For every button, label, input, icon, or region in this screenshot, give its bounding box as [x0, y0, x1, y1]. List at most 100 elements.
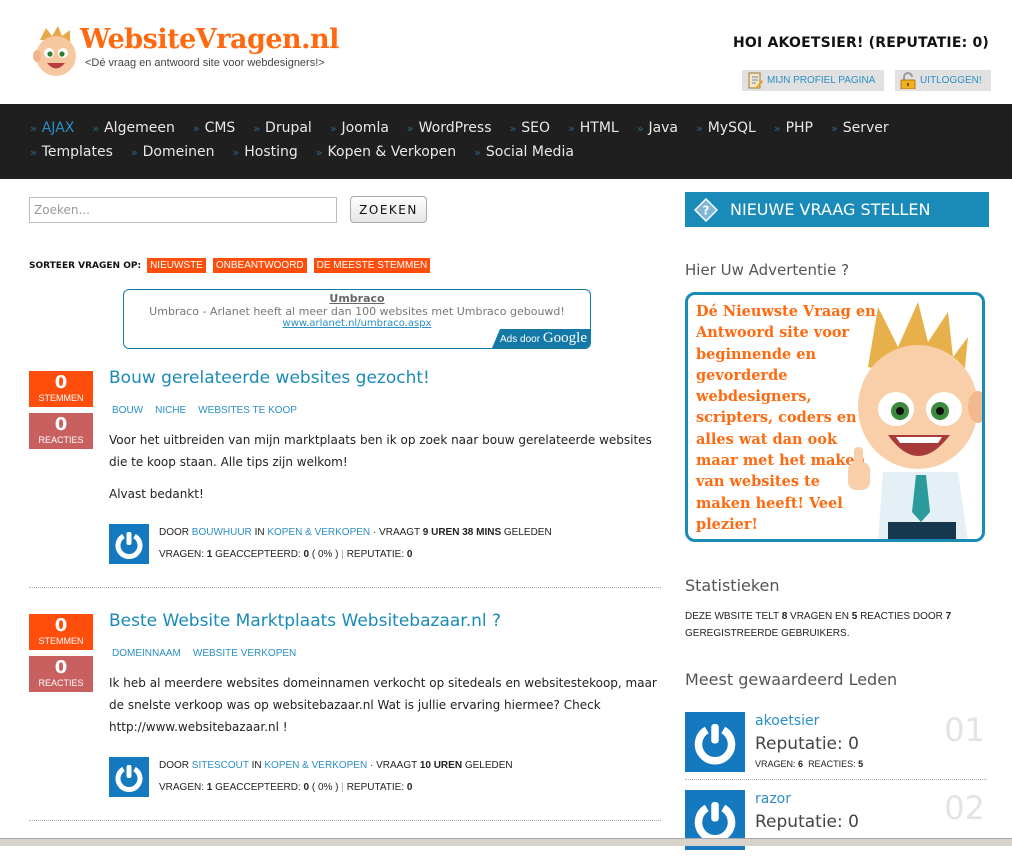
question-age: 9 UREN 38 MINS: [422, 527, 502, 538]
member-avatar[interactable]: [685, 712, 745, 772]
bullet-icon: »: [474, 145, 481, 159]
bullet-icon: »: [232, 145, 240, 159]
question-title-link[interactable]: Bouw gerelateerde websites gezocht!: [109, 368, 430, 388]
statistics-text: DEZE WBSITE TELT 8 VRAGEN EN 5 REACTIES …: [685, 611, 952, 639]
nav-item-ajax[interactable]: » AJAX: [30, 120, 74, 136]
nav-item-html[interactable]: » HTML: [568, 120, 619, 136]
browser-status-bar: [0, 838, 1012, 846]
member-reputation: Reputatie: 0: [755, 812, 859, 832]
reply-count: 5: [851, 611, 858, 622]
votes-counter: 0 STEMMEN: [29, 371, 93, 407]
bullet-icon: »: [636, 121, 644, 135]
search-button[interactable]: ZOEKEN: [350, 196, 427, 223]
nav-item-seo[interactable]: » SEO: [510, 120, 551, 136]
divider: [29, 820, 661, 821]
question-meta: DOOR BOUWHUUR IN KOPEN & VERKOPEN · VRAA…: [109, 524, 661, 564]
tag-link[interactable]: BOUW: [112, 405, 143, 416]
question-diamond-icon: ?: [694, 198, 718, 222]
ad-title-link[interactable]: Umbraco: [124, 292, 590, 305]
question-body: Ik heb al meerdere websites domeinnamen …: [109, 676, 657, 734]
nav-item-wordpress[interactable]: » WordPress: [407, 120, 492, 136]
tag-link[interactable]: WEBSITE VERKOPEN: [193, 648, 296, 659]
unlocked-padlock-icon: [900, 72, 916, 89]
nav-item-cms[interactable]: » CMS: [193, 120, 235, 136]
question-tags: BOUW NICHE WEBSITES TE KOOP: [112, 405, 309, 416]
author-avatar[interactable]: [109, 524, 149, 564]
member-name-link[interactable]: razor: [755, 791, 791, 807]
logo-title: WebsiteVragen.nl: [80, 24, 339, 55]
nav-item-java[interactable]: » Java: [637, 120, 678, 136]
bullet-icon: »: [696, 121, 703, 135]
member-rank: 01: [944, 711, 985, 749]
sort-unanswered-button[interactable]: ONBEANTWOORD: [212, 258, 307, 273]
nav-item-mysql[interactable]: » MySQL: [696, 120, 756, 136]
google-logo: Google: [542, 330, 587, 346]
divider: [29, 587, 661, 588]
ask-question-button[interactable]: ? NIEUWE VRAAG STELLEN: [685, 192, 989, 227]
nav-item-drupal[interactable]: » Drupal: [253, 120, 312, 136]
bullet-icon: »: [253, 121, 261, 135]
nav-item-hosting[interactable]: » Hosting: [233, 144, 298, 160]
mascot-thumbs-up-icon: [848, 302, 982, 539]
question-age: 10 UREN: [419, 760, 463, 771]
sort-label: SORTEER VRAGEN OP:: [29, 260, 142, 271]
divider: [685, 779, 987, 780]
author-link[interactable]: BOUWHUUR: [192, 527, 252, 538]
site-logo[interactable]: WebsiteVragen.nl <Dé vraag en antwoord s…: [30, 24, 340, 84]
member-reputation: Reputatie: 0: [755, 734, 859, 754]
ads-by-google-badge[interactable]: Ads door Google: [492, 329, 590, 348]
bullet-icon: »: [568, 121, 575, 135]
author-link[interactable]: SITESCOUT: [192, 760, 249, 771]
site-header: WebsiteVragen.nl <Dé vraag en antwoord s…: [0, 0, 1012, 104]
question-body: Voor het uitbreiden van mijn marktplaats…: [109, 433, 652, 501]
nav-item-kopen-verkopen[interactable]: » Kopen & Verkopen: [316, 144, 456, 160]
mascot-logo-icon: [33, 26, 76, 76]
author-avatar[interactable]: [109, 757, 149, 797]
nav-row-1: » AJAX » Algemeen » CMS » Drupal » Joomla » Wo…: [30, 116, 1012, 140]
member-item: razor Reputatie: 0 02: [685, 789, 989, 859]
tag-link[interactable]: DOMEINNAAM: [112, 648, 181, 659]
nav-item-php[interactable]: » PHP: [774, 120, 813, 136]
profile-page-button[interactable]: MIJN PROFIEL PAGINA: [742, 70, 885, 91]
nav-item-algemeen[interactable]: » Algemeen: [92, 120, 174, 136]
bullet-icon: »: [773, 121, 781, 135]
nav-item-joomla[interactable]: » Joomla: [330, 120, 389, 136]
bullet-icon: »: [92, 121, 100, 135]
tag-link[interactable]: WEBSITES TE KOOP: [198, 405, 297, 416]
bullet-icon: »: [329, 121, 337, 135]
meta-author-line: DOOR SITESCOUT IN KOPEN & VERKOPEN · VRA…: [159, 760, 513, 771]
bullet-icon: »: [192, 121, 200, 135]
sort-newest-button[interactable]: NIEUWSTE: [147, 258, 206, 273]
member-stats: VRAGEN: 6 REACTIES: 5: [755, 759, 864, 769]
member-name-link[interactable]: akoetsier: [755, 713, 819, 729]
profile-page-label: MIJN PROFIEL PAGINA: [767, 75, 876, 86]
notebook-icon: [748, 72, 763, 89]
nav-item-templates[interactable]: » Templates: [30, 144, 113, 160]
meta-stats-line: VRAGEN: 1 GEACCEPTEERD: 0 ( 0% ) | REPUT…: [159, 549, 413, 560]
bullet-icon: »: [509, 121, 517, 135]
bullet-icon: »: [830, 121, 838, 135]
meta-stats-line: VRAGEN: 1 GEACCEPTEERD: 0 ( 0% ) | REPUT…: [159, 782, 413, 793]
nav-item-server[interactable]: » Server: [831, 120, 889, 136]
replies-counter: 0 REACTIES: [29, 413, 93, 449]
logout-button[interactable]: UITLOGGEN!: [895, 70, 991, 91]
question-count: 8: [781, 611, 788, 622]
sort-most-votes-button[interactable]: DE MEESTE STEMMEN: [313, 258, 431, 273]
bullet-icon: »: [130, 145, 138, 159]
nav-item-domeinen[interactable]: » Domeinen: [131, 144, 215, 160]
ad-url-link[interactable]: www.arlanet.nl/umbraco.aspx: [124, 318, 590, 329]
logout-label: UITLOGGEN!: [920, 75, 982, 86]
question-title-link[interactable]: Beste Website Marktplaats Websitebazaar.…: [109, 611, 501, 631]
search-input[interactable]: [29, 197, 337, 223]
user-greeting: HOI AKOETSIER! (REPUTATIE: 0): [733, 35, 989, 51]
user-count: 7: [945, 611, 952, 622]
bullet-icon: »: [406, 121, 414, 135]
nav-item-social-media[interactable]: » Social Media: [474, 144, 574, 160]
category-link[interactable]: KOPEN & VERKOPEN: [267, 527, 370, 538]
votes-counter: 0 STEMMEN: [29, 614, 93, 650]
promo-banner[interactable]: Dé Nieuwste Vraag en Antwoord site voor …: [685, 292, 985, 542]
advertise-heading: Hier Uw Advertentie ?: [685, 261, 850, 279]
category-link[interactable]: KOPEN & VERKOPEN: [264, 760, 367, 771]
tag-link[interactable]: NICHE: [155, 405, 186, 416]
statistics-heading: Statistieken: [685, 576, 780, 595]
